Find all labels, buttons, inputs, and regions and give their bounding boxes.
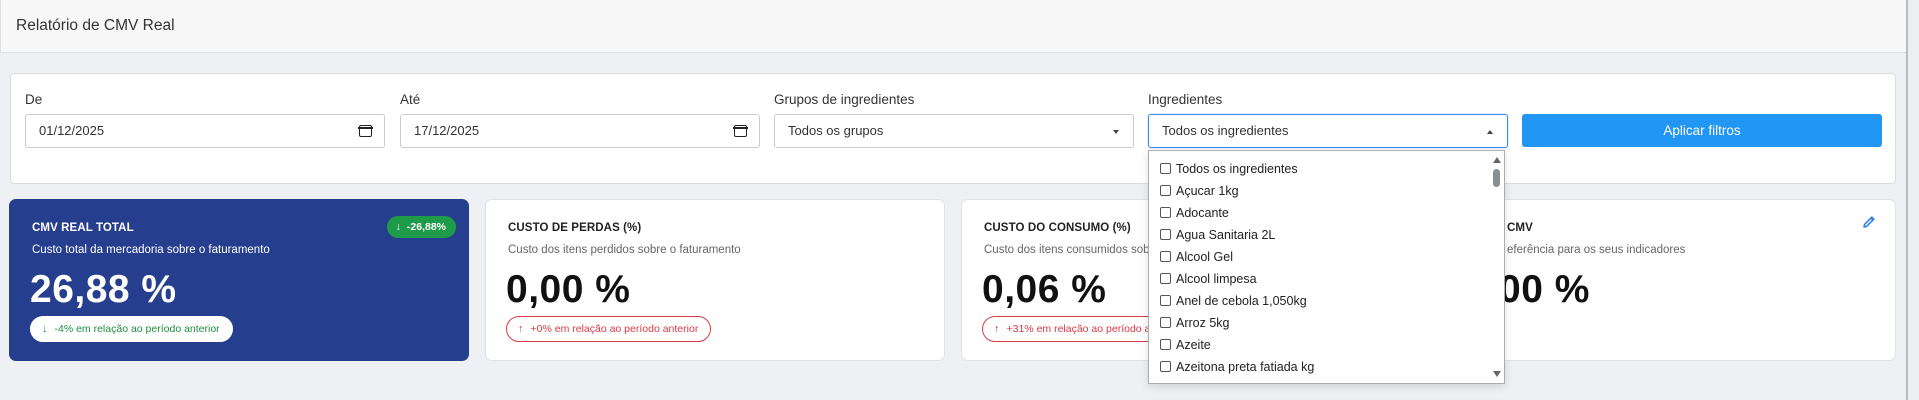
dropdown-option[interactable]: Adocante	[1160, 203, 1229, 223]
dropdown-scrollbar[interactable]	[1490, 151, 1504, 383]
arrow-up-icon: ↑	[518, 323, 524, 335]
card-value: 00 %	[1499, 268, 1590, 311]
checkbox[interactable]	[1160, 229, 1171, 240]
calendar-icon[interactable]	[358, 125, 373, 137]
to-date-input[interactable]: 17/12/2025	[400, 114, 760, 148]
chevron-down-icon	[1113, 130, 1119, 134]
scroll-up-icon[interactable]	[1493, 157, 1501, 163]
page-header: Relatório de CMV Real	[0, 0, 1906, 53]
card-subtitle: Custo dos itens perdidos sobre o faturam…	[508, 244, 741, 256]
card-subtitle: Custo total da mercadoria sobre o fatura…	[32, 244, 270, 256]
dropdown-option[interactable]: Alcool Gel	[1160, 247, 1233, 267]
dropdown-option[interactable]: Anel de cebola 1,050kg	[1160, 291, 1307, 311]
checkbox[interactable]	[1160, 163, 1171, 174]
from-date-input[interactable]: 01/12/2025	[25, 114, 385, 148]
ingredients-dropdown-list[interactable]: Todos os ingredientes Açucar 1kg Adocant…	[1148, 150, 1505, 384]
dropdown-option[interactable]: Alcool limpesa	[1160, 269, 1257, 289]
comparison-pill: ↓ -4% em relação ao período anterior	[30, 316, 233, 342]
checkbox[interactable]	[1160, 339, 1171, 350]
checkbox[interactable]	[1160, 361, 1171, 372]
dropdown-option[interactable]: Arroz 5kg	[1160, 313, 1230, 333]
comparison-text: -4% em relação ao período anterior	[54, 323, 220, 335]
apply-filters-button[interactable]: Aplicar filtros	[1522, 114, 1882, 147]
card-title: CMV	[1507, 222, 1533, 234]
ingredient-groups-label: Grupos de ingredientes	[774, 92, 915, 107]
card-value: 26,88 %	[30, 268, 177, 311]
from-date-value: 01/12/2025	[39, 123, 105, 138]
ingredient-groups-value: Todos os grupos	[788, 123, 884, 138]
checkbox[interactable]	[1160, 185, 1171, 196]
to-date-value: 17/12/2025	[414, 123, 480, 138]
comparison-pill: ↑ +0% em relação ao período anterior	[506, 316, 712, 342]
checkbox[interactable]	[1160, 273, 1171, 284]
dropdown-option[interactable]: Azeite	[1160, 335, 1211, 355]
to-date-label: Até	[400, 92, 421, 107]
dropdown-option[interactable]: Todos os ingredientes	[1160, 159, 1298, 179]
scrollbar-thumb[interactable]	[1493, 169, 1500, 187]
ingredient-groups-select[interactable]: Todos os grupos	[774, 114, 1134, 148]
calendar-icon[interactable]	[733, 125, 748, 137]
card-title: CMV REAL TOTAL	[32, 222, 134, 234]
dropdown-option[interactable]: Azeitona preta fatiada kg	[1160, 357, 1314, 377]
page-title: Relatório de CMV Real	[16, 17, 175, 34]
checkbox[interactable]	[1160, 251, 1171, 262]
pencil-icon[interactable]	[1861, 214, 1877, 230]
dropdown-option[interactable]	[1160, 379, 1176, 384]
arrow-down-icon: ↓	[395, 221, 401, 233]
card-value: 0,00 %	[506, 268, 631, 311]
dropdown-option[interactable]: Agua Sanitaria 2L	[1160, 225, 1275, 245]
card-title: CUSTO DE PERDAS (%)	[508, 222, 642, 234]
kpi-card-cmv-target: CMV eferência para os seus indicadores 0…	[1437, 199, 1896, 361]
kpi-card-cmv-real-total: CMV REAL TOTAL Custo total da mercadoria…	[9, 199, 469, 361]
card-value: 0,06 %	[982, 268, 1107, 311]
card-subtitle: eferência para os seus indicadores	[1507, 244, 1686, 256]
filter-panel: De 01/12/2025 Até 17/12/2025 Grupos de i…	[10, 73, 1896, 184]
arrow-down-icon: ↓	[42, 323, 48, 335]
ingredients-label: Ingredientes	[1148, 92, 1223, 107]
status-badge: ↓ -26,88%	[386, 216, 456, 238]
badge-value: -26,88%	[406, 221, 446, 233]
card-title: CUSTO DO CONSUMO (%)	[984, 222, 1131, 234]
card-subtitle: Custo dos itens consumidos sobre	[984, 244, 1160, 256]
checkbox[interactable]	[1160, 207, 1171, 218]
checkbox[interactable]	[1160, 383, 1171, 384]
ingredients-value: Todos os ingredientes	[1162, 123, 1289, 138]
window-edge-scrollbar[interactable]	[1906, 0, 1919, 400]
dropdown-option[interactable]: Açucar 1kg	[1160, 181, 1239, 201]
kpi-card-custo-perdas: CUSTO DE PERDAS (%) Custo dos itens perd…	[485, 199, 945, 361]
comparison-text: +0% em relação ao período anterior	[530, 323, 699, 335]
arrow-up-icon: ↑	[994, 323, 1000, 335]
ingredients-select[interactable]: Todos os ingredientes	[1148, 114, 1508, 148]
checkbox[interactable]	[1160, 317, 1171, 328]
checkbox[interactable]	[1160, 295, 1171, 306]
chevron-up-icon	[1487, 130, 1493, 134]
from-date-label: De	[25, 92, 43, 107]
scroll-down-icon[interactable]	[1493, 371, 1501, 377]
